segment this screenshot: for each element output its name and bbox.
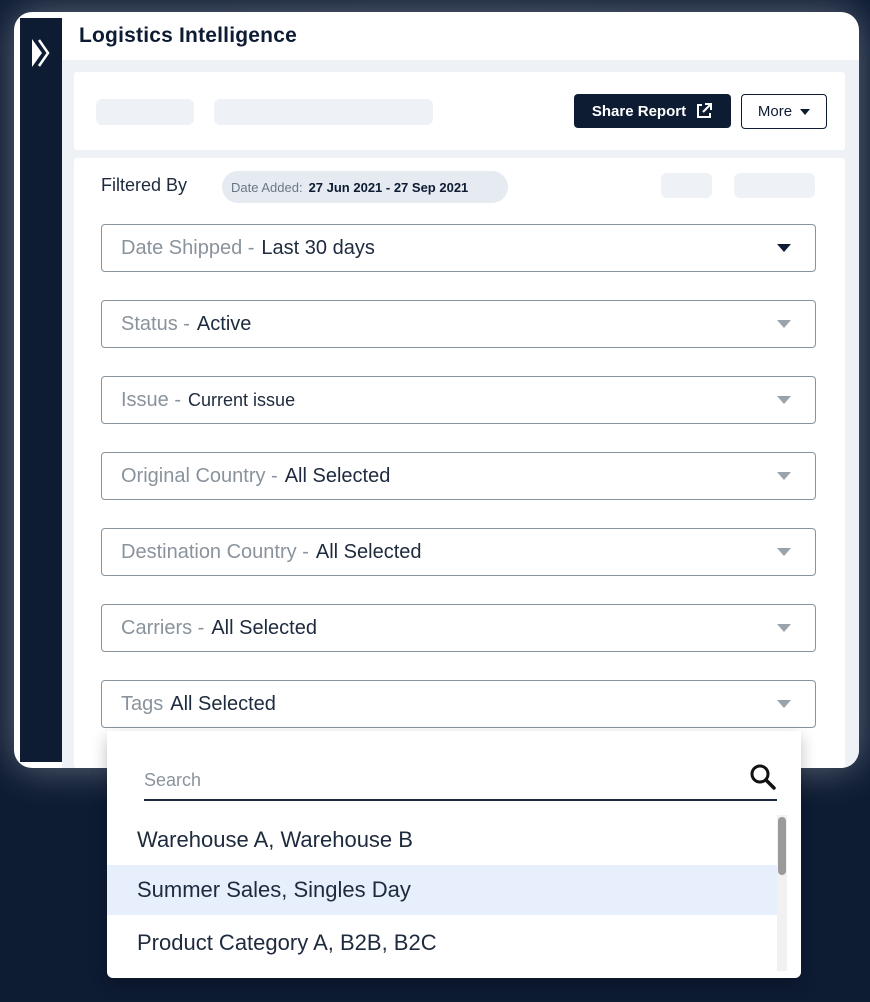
report-toolbar-card: Share Report More: [74, 72, 845, 150]
skeleton-placeholder: [96, 99, 194, 125]
share-report-button[interactable]: Share Report: [574, 94, 731, 128]
tags-dropdown-panel: Warehouse A, Warehouse B Summer Sales, S…: [107, 731, 801, 978]
filters-card: Filtered By Date Added: 27 Jun 2021 - 27…: [74, 158, 845, 768]
select-value: All Selected: [284, 464, 391, 487]
select-value: All Selected: [211, 616, 317, 639]
list-item[interactable]: Product Category A, B2B, B2C: [107, 915, 787, 971]
issue-select[interactable]: Issue - Current issue: [101, 376, 816, 424]
select-value: Current issue: [188, 389, 296, 410]
list-item[interactable]: Summer Sales, Singles Day: [107, 865, 787, 915]
status-select[interactable]: Status - Active: [101, 300, 816, 348]
skeleton-placeholder: [734, 173, 815, 198]
carriers-select[interactable]: Carriers - All Selected: [101, 604, 816, 652]
date-shipped-select[interactable]: Date Shipped - Last 30 days: [101, 224, 816, 272]
destination-country-select[interactable]: Destination Country - All Selected: [101, 528, 816, 576]
tags-select[interactable]: Tags All Selected: [101, 680, 816, 728]
main-content: Share Report More Filtered By Date Added…: [62, 60, 859, 768]
search-input[interactable]: [144, 761, 734, 799]
external-link-icon: [697, 103, 713, 118]
search-field: [144, 761, 777, 801]
more-button[interactable]: More: [741, 94, 827, 129]
filtered-by-label: Filtered By: [101, 175, 188, 195]
chip-label: Date Added:: [231, 179, 303, 195]
more-label: More: [757, 103, 793, 120]
skeleton-placeholder: [214, 99, 433, 125]
skeleton-placeholder: [661, 173, 712, 198]
original-country-select[interactable]: Original Country - All Selected: [101, 452, 816, 500]
caret-down-icon: [777, 320, 791, 328]
scrollbar-thumb[interactable]: [778, 817, 786, 875]
select-key: Tags: [121, 692, 164, 715]
share-report-label: Share Report: [591, 102, 687, 120]
caret-down-icon: [777, 396, 791, 404]
chip-value: 27 Jun 2021 - 27 Sep 2021: [308, 179, 469, 195]
caret-down-icon: [777, 700, 791, 708]
caret-down-icon: [800, 108, 811, 115]
caret-down-icon: [777, 472, 791, 480]
select-key: Date Shipped -: [121, 236, 255, 259]
select-key: Carriers -: [121, 616, 205, 639]
select-value: Active: [196, 312, 252, 335]
page-title: Logistics Intelligence: [79, 24, 297, 47]
select-key: Issue -: [121, 388, 182, 411]
options-list: Warehouse A, Warehouse B Summer Sales, S…: [107, 815, 787, 971]
date-added-chip[interactable]: Date Added: 27 Jun 2021 - 27 Sep 2021: [222, 171, 508, 203]
chevron-right-icon: [32, 39, 50, 67]
select-key: Destination Country -: [121, 540, 309, 563]
select-key: Original Country -: [121, 464, 278, 487]
list-item[interactable]: Warehouse A, Warehouse B: [107, 815, 787, 865]
select-key: Status -: [121, 312, 190, 335]
sidebar: [20, 18, 62, 762]
caret-down-icon: [777, 548, 791, 556]
page-header: Logistics Intelligence: [62, 12, 859, 60]
sidebar-toggle-button[interactable]: [30, 38, 50, 68]
search-icon[interactable]: [749, 763, 777, 791]
caret-down-icon: [777, 624, 791, 632]
select-value: All Selected: [170, 692, 276, 715]
app-window: Logistics Intelligence Share Report More: [14, 12, 859, 768]
select-value: All Selected: [315, 540, 422, 563]
caret-down-icon: [777, 244, 791, 252]
select-value: Last 30 days: [261, 236, 375, 259]
